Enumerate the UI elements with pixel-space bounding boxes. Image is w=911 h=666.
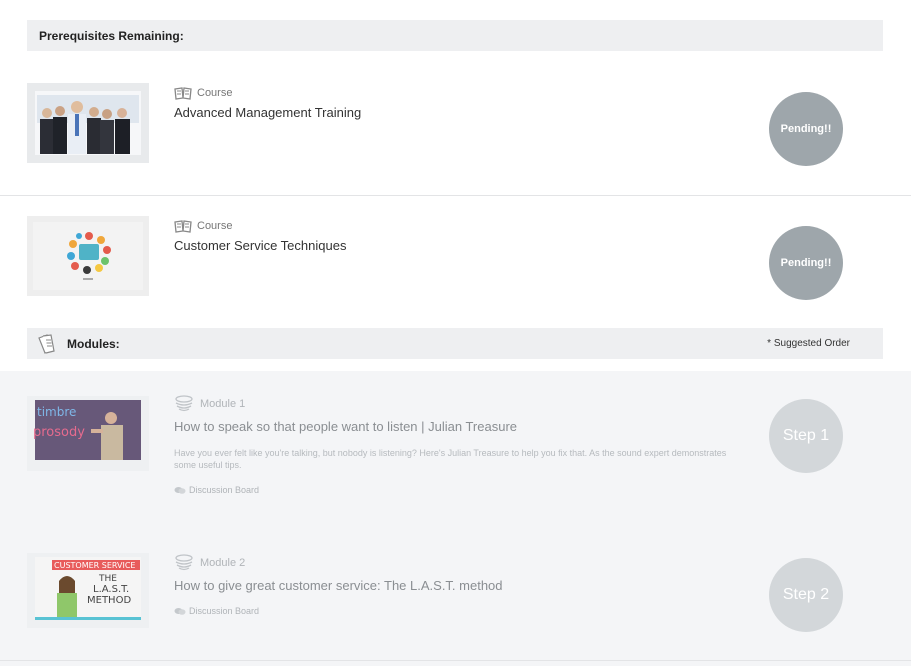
suggested-order-note: * Suggested Order (767, 338, 850, 349)
module-thumbnail-speaker[interactable]: timbre prosody (27, 396, 149, 471)
discussion-board-link[interactable]: Discussion Board (174, 606, 259, 616)
module-title[interactable]: How to give great customer service: The … (174, 578, 503, 593)
row-divider (0, 660, 911, 661)
book-icon (174, 219, 192, 233)
module-item-2[interactable]: CUSTOMER SERVICE THE L.A.S.T. METHOD Mod… (0, 531, 911, 666)
course-kind: Course (174, 219, 232, 233)
course-kind-label: Course (197, 220, 233, 232)
course-thumbnail-service-icons[interactable] (27, 216, 149, 296)
pending-status-badge: Pending!! (769, 92, 843, 166)
thumbnail-line-3: METHOD (87, 595, 131, 606)
step-badge: Step 2 (769, 558, 843, 632)
discussion-board-link[interactable]: Discussion Board (174, 485, 259, 495)
module-stack-icon (174, 554, 194, 572)
module-kind: Module 2 (174, 554, 245, 572)
course-kind: Course (174, 86, 232, 100)
thumbnail-line-2: L.A.S.T. (93, 584, 129, 595)
course-title[interactable]: Advanced Management Training (174, 105, 361, 120)
discussion-board-label: Discussion Board (189, 606, 260, 616)
course-thumbnail-business-team[interactable] (27, 83, 149, 163)
prerequisites-header-label: Prerequisites Remaining: (39, 28, 184, 43)
course-kind-label: Course (197, 87, 233, 99)
modules-list: timbre prosody Module 1 How to speak so … (0, 371, 911, 666)
modules-header-label: Modules: (67, 336, 120, 351)
prerequisites-header: Prerequisites Remaining: (27, 20, 883, 51)
thumbnail-line-1: THE (98, 574, 117, 584)
course-title[interactable]: Customer Service Techniques (174, 238, 346, 253)
pending-status-badge: Pending!! (769, 226, 843, 300)
thumbnail-banner: CUSTOMER SERVICE (54, 561, 136, 570)
prerequisite-item-customer-service[interactable]: Course Customer Service Techniques Pendi… (0, 196, 911, 326)
modules-header: Modules: * Suggested Order (27, 328, 883, 359)
module-kind-label: Module 1 (200, 398, 246, 410)
module-description: Have you ever felt like you're talking, … (174, 448, 727, 470)
module-thumbnail-last-method[interactable]: CUSTOMER SERVICE THE L.A.S.T. METHOD (27, 553, 149, 628)
thumbnail-text-timbre: timbre (37, 405, 76, 419)
book-icon (174, 86, 192, 100)
module-item-1[interactable]: timbre prosody Module 1 How to speak so … (0, 371, 911, 531)
module-kind: Module 1 (174, 395, 245, 413)
module-stack-icon (174, 395, 194, 413)
documents-icon (35, 332, 59, 356)
module-title[interactable]: How to speak so that people want to list… (174, 419, 517, 434)
thumbnail-text-prosody: prosody (33, 425, 85, 440)
discussion-board-label: Discussion Board (189, 485, 260, 495)
prerequisite-item-advanced-management[interactable]: Course Advanced Management Training Pend… (0, 60, 911, 195)
chat-bubbles-icon (174, 486, 186, 495)
chat-bubbles-icon (174, 607, 186, 616)
step-badge: Step 1 (769, 399, 843, 473)
module-kind-label: Module 2 (200, 557, 246, 569)
